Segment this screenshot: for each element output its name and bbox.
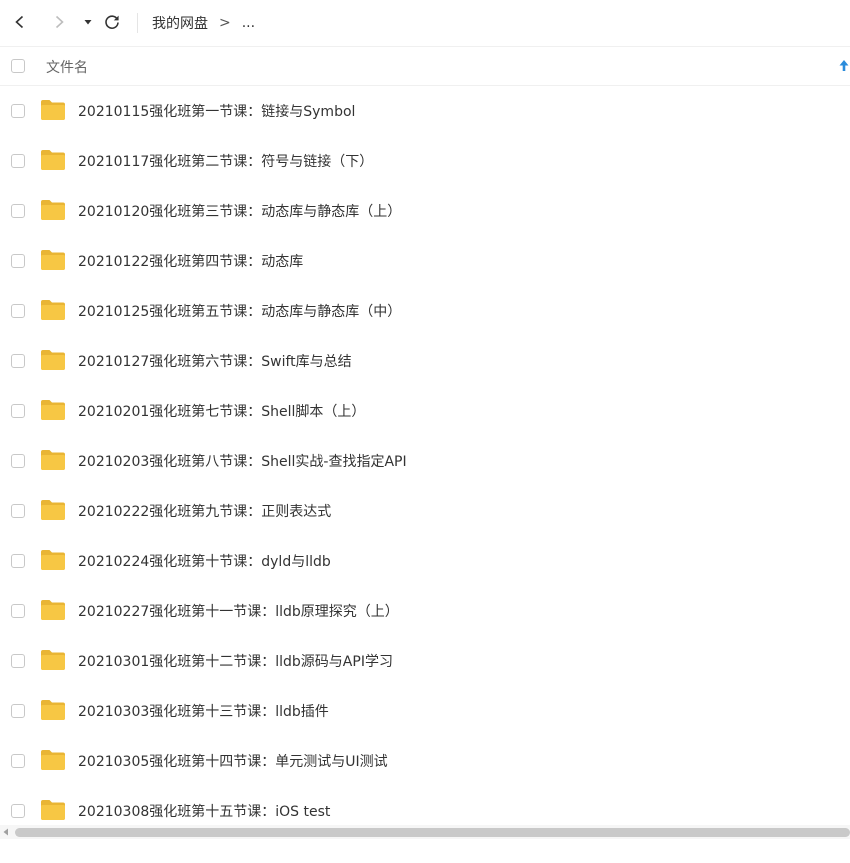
row-checkbox[interactable] (11, 404, 25, 418)
file-name: 20210120强化班第三节课：动态库与静态库（上） (78, 204, 402, 220)
folder-icon (41, 700, 65, 720)
row-checkbox[interactable] (11, 654, 25, 668)
list-item[interactable]: 20210305强化班第十四节课：单元测试与UI测试 (0, 736, 850, 786)
forward-button[interactable] (45, 8, 73, 36)
file-name: 20210127强化班第六节课：Swift库与总结 (78, 354, 352, 370)
list-item[interactable]: 20210222强化班第九节课：正则表达式 (0, 486, 850, 536)
list-item[interactable]: 20210120强化班第三节课：动态库与静态库（上） (0, 186, 850, 236)
file-name: 20210301强化班第十二节课：lldb源码与API学习 (78, 654, 393, 670)
row-checkbox[interactable] (11, 454, 25, 468)
list-item[interactable]: 20210201强化班第七节课：Shell脚本（上） (0, 386, 850, 436)
list-item[interactable]: 20210115强化班第一节课：链接与Symbol (0, 86, 850, 136)
name-column-header[interactable]: 文件名 (46, 57, 88, 77)
file-name: 20210305强化班第十四节课：单元测试与UI测试 (78, 754, 388, 770)
scrollbar-thumb[interactable] (15, 828, 850, 837)
row-checkbox[interactable] (11, 104, 25, 118)
list-item[interactable]: 20210227强化班第十一节课：lldb原理探究（上） (0, 586, 850, 636)
toolbar: 我的网盘 > ... (0, 0, 850, 47)
folder-icon (41, 350, 65, 370)
list-item[interactable]: 20210122强化班第四节课：动态库 (0, 236, 850, 286)
breadcrumb-root[interactable]: 我的网盘 (152, 13, 208, 33)
breadcrumb-separator: > (219, 15, 231, 31)
refresh-button[interactable] (98, 8, 126, 36)
row-checkbox[interactable] (11, 804, 25, 818)
chevron-left-icon (15, 15, 24, 29)
folder-icon (41, 500, 65, 520)
list-item[interactable]: 20210125强化班第五节课：动态库与静态库（中） (0, 286, 850, 336)
folder-icon (41, 550, 65, 570)
refresh-icon (105, 15, 119, 29)
row-checkbox[interactable] (11, 704, 25, 718)
breadcrumb: 我的网盘 > ... (152, 13, 255, 33)
select-all-checkbox[interactable] (11, 59, 25, 73)
back-button[interactable] (6, 8, 34, 36)
toolbar-divider (137, 13, 138, 33)
row-checkbox[interactable] (11, 204, 25, 218)
file-name: 20210201强化班第七节课：Shell脚本（上） (78, 404, 366, 420)
list-item[interactable]: 20210203强化班第八节课：Shell实战-查找指定API (0, 436, 850, 486)
row-checkbox[interactable] (11, 354, 25, 368)
folder-icon (41, 650, 65, 670)
folder-icon (41, 600, 65, 620)
folder-icon (41, 400, 65, 420)
folder-icon (41, 450, 65, 470)
row-checkbox[interactable] (11, 504, 25, 518)
file-name: 20210227强化班第十一节课：lldb原理探究（上） (78, 604, 399, 620)
row-checkbox[interactable] (11, 154, 25, 168)
chevron-right-icon (55, 15, 64, 29)
row-checkbox[interactable] (11, 604, 25, 618)
file-name: 20210117强化班第二节课：符号与链接（下） (78, 154, 374, 170)
list-item[interactable]: 20210303强化班第十三节课：lldb插件 (0, 686, 850, 736)
file-name: 20210122强化班第四节课：动态库 (78, 254, 304, 270)
list-header: 文件名 (0, 47, 850, 86)
folder-icon (41, 200, 65, 220)
file-name: 20210115强化班第一节课：链接与Symbol (78, 104, 356, 120)
row-checkbox[interactable] (11, 254, 25, 268)
file-browser: 我的网盘 > ... 文件名 20210115强化班第一节课：链接与Symbol… (0, 0, 850, 863)
file-name: 20210125强化班第五节课：动态库与静态库（中） (78, 304, 402, 320)
file-name: 20210303强化班第十三节课：lldb插件 (78, 704, 329, 720)
row-checkbox[interactable] (11, 754, 25, 768)
row-checkbox[interactable] (11, 554, 25, 568)
arrow-up-icon[interactable] (838, 57, 850, 73)
folder-icon (41, 800, 65, 820)
horizontal-scrollbar[interactable] (0, 825, 850, 839)
list-item[interactable]: 20210127强化班第六节课：Swift库与总结 (0, 336, 850, 386)
file-name: 20210224强化班第十节课：dyld与lldb (78, 554, 331, 570)
scroll-left-icon[interactable] (1, 827, 11, 837)
row-checkbox[interactable] (11, 304, 25, 318)
list-item[interactable]: 20210224强化班第十节课：dyld与lldb (0, 536, 850, 586)
folder-icon (41, 150, 65, 170)
folder-icon (41, 300, 65, 320)
caret-down-icon (84, 20, 92, 25)
file-name: 20210308强化班第十五节课：iOS test (78, 804, 331, 820)
list-item[interactable]: 20210117强化班第二节课：符号与链接（下） (0, 136, 850, 186)
folder-icon (41, 250, 65, 270)
file-name: 20210222强化班第九节课：正则表达式 (78, 504, 332, 520)
list-item[interactable]: 20210301强化班第十二节课：lldb源码与API学习 (0, 636, 850, 686)
folder-icon (41, 750, 65, 770)
file-name: 20210203强化班第八节课：Shell实战-查找指定API (78, 454, 407, 470)
folder-icon (41, 100, 65, 120)
breadcrumb-ellipsis[interactable]: ... (242, 15, 255, 31)
